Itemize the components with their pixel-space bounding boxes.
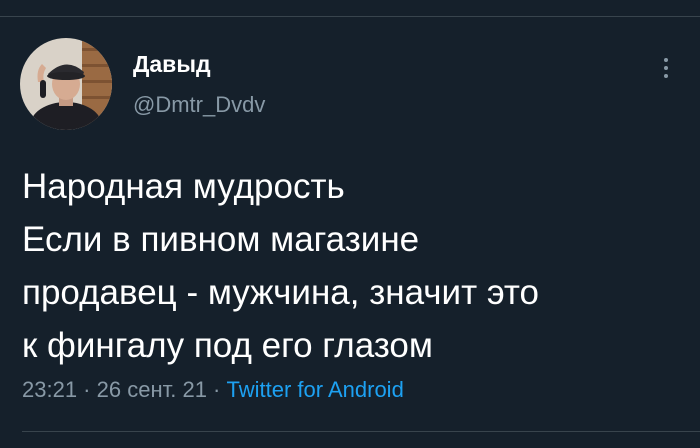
top-divider [0, 16, 700, 17]
tweet-text: Народная мудрость Если в пивном магазине… [22, 160, 682, 372]
bottom-divider [22, 431, 700, 432]
more-button[interactable] [646, 48, 686, 88]
author-display-name[interactable]: Давыд [133, 50, 211, 78]
tweet-text-line: Если в пивном магазине [22, 220, 420, 259]
tweet-source-link[interactable]: Twitter for Android [227, 377, 404, 402]
tweet-date[interactable]: 26 сент. 21 [97, 377, 207, 402]
tweet-time[interactable]: 23:21 [22, 377, 77, 402]
tweet-text-line: продавец - мужчина, значит это [22, 273, 540, 312]
tweet-text-line: Народная мудрость [22, 167, 345, 206]
meta-separator: · [77, 377, 97, 402]
avatar[interactable] [20, 38, 112, 130]
tweet-card: Давыд @Dmtr_Dvdv Народная мудрость Если … [0, 0, 700, 448]
meta-separator: · [206, 377, 227, 402]
tweet-meta: 23:21 · 26 сент. 21 · Twitter for Androi… [22, 376, 404, 404]
avatar-image [20, 38, 112, 130]
tweet-text-line: к фингалу под его глазом [22, 326, 433, 365]
author-handle[interactable]: @Dmtr_Dvdv [133, 92, 265, 118]
